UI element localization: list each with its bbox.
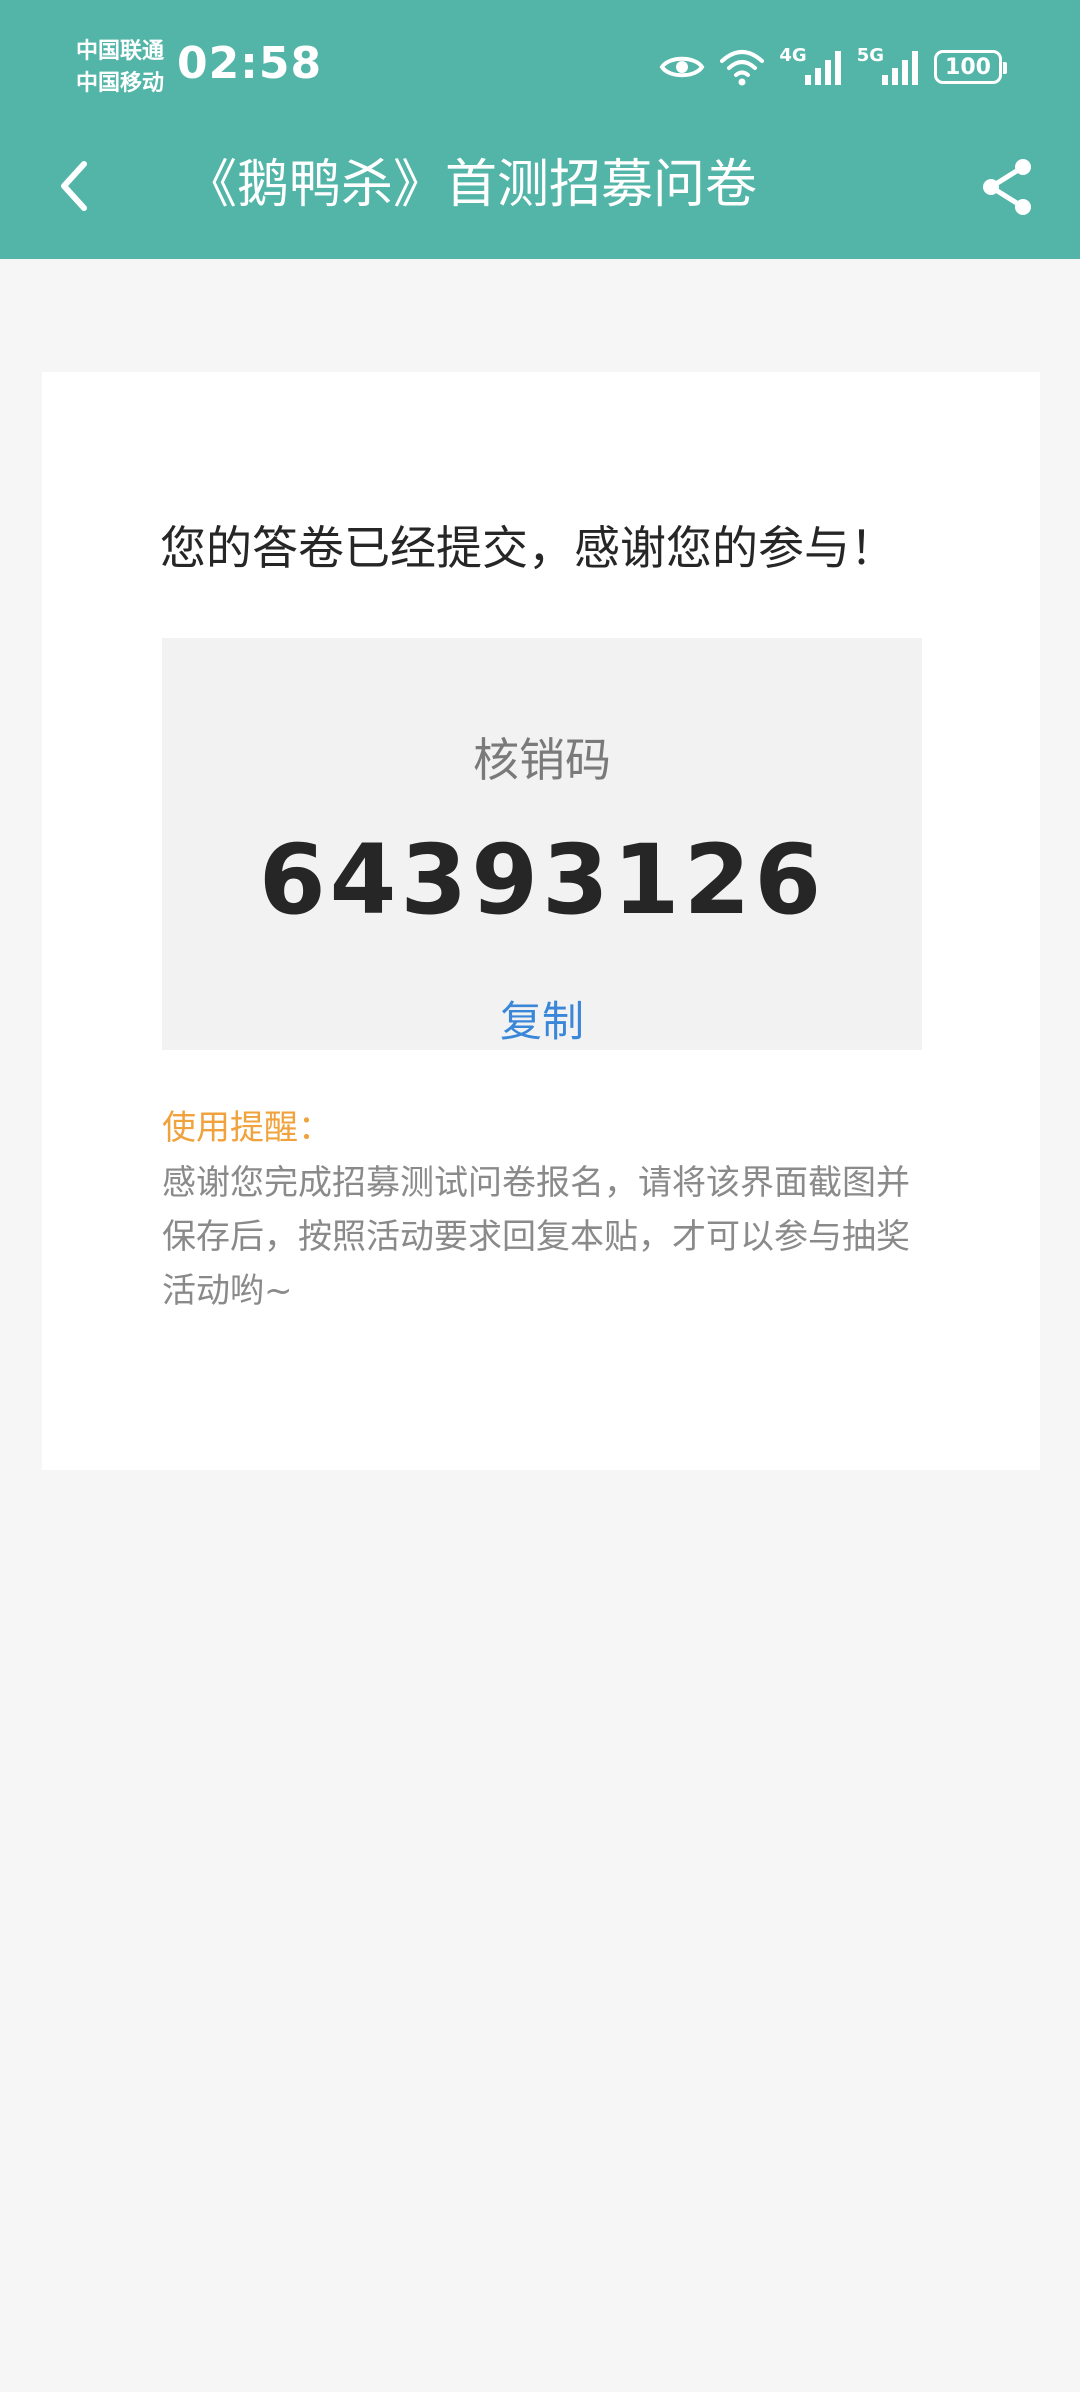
status-time: 02:58: [177, 38, 323, 89]
back-button[interactable]: [44, 156, 104, 216]
carrier-info: 中国联通 中国移动: [76, 36, 164, 100]
app-header: 中国联通 中国移动 02:58 4G 5G 100 《鹅鸭杀》首测招募问卷: [0, 0, 1080, 259]
battery-level: 100: [945, 54, 991, 80]
share-button[interactable]: [974, 154, 1040, 220]
nav-bar: 《鹅鸭杀》首测招募问卷: [0, 130, 1080, 259]
carrier-1: 中国联通: [76, 39, 165, 64]
reminder-text: 感谢您完成招募测试问卷报名，请将该界面截图并保存后，按照活动要求回复本贴，才可以…: [162, 1163, 910, 1311]
signal-4g: 4G: [779, 45, 842, 85]
success-message: 您的答卷已经提交，感谢您的参与！: [160, 521, 896, 575]
code-value: 64393126: [258, 824, 826, 936]
signal-5g: 5G: [857, 45, 920, 85]
share-icon: [983, 159, 1031, 215]
signal-icon: [804, 51, 841, 85]
wifi-icon: [719, 47, 765, 87]
network-4g-label: 4G: [779, 44, 807, 66]
chevron-left-icon: [61, 161, 87, 211]
reminder-title: 使用提醒：: [162, 1108, 332, 1148]
carrier-2: 中国移动: [76, 71, 165, 96]
code-label: 核销码: [473, 733, 611, 787]
signal-icon: [882, 51, 918, 85]
status-icons: 4G 5G 100: [659, 42, 1007, 92]
battery-icon: 100: [934, 50, 1007, 84]
network-5g-label: 5G: [856, 44, 884, 66]
code-box: 核销码 64393126 复制: [162, 638, 922, 1050]
copy-button[interactable]: 复制: [162, 988, 922, 1049]
eye-icon: [659, 52, 705, 82]
result-card: 您的答卷已经提交，感谢您的参与！ 核销码 64393126 复制 使用提醒： 感…: [42, 372, 1040, 1470]
page-title: 《鹅鸭杀》首测招募问卷: [185, 155, 758, 215]
status-bar: 中国联通 中国移动 02:58 4G 5G 100: [0, 0, 1080, 130]
